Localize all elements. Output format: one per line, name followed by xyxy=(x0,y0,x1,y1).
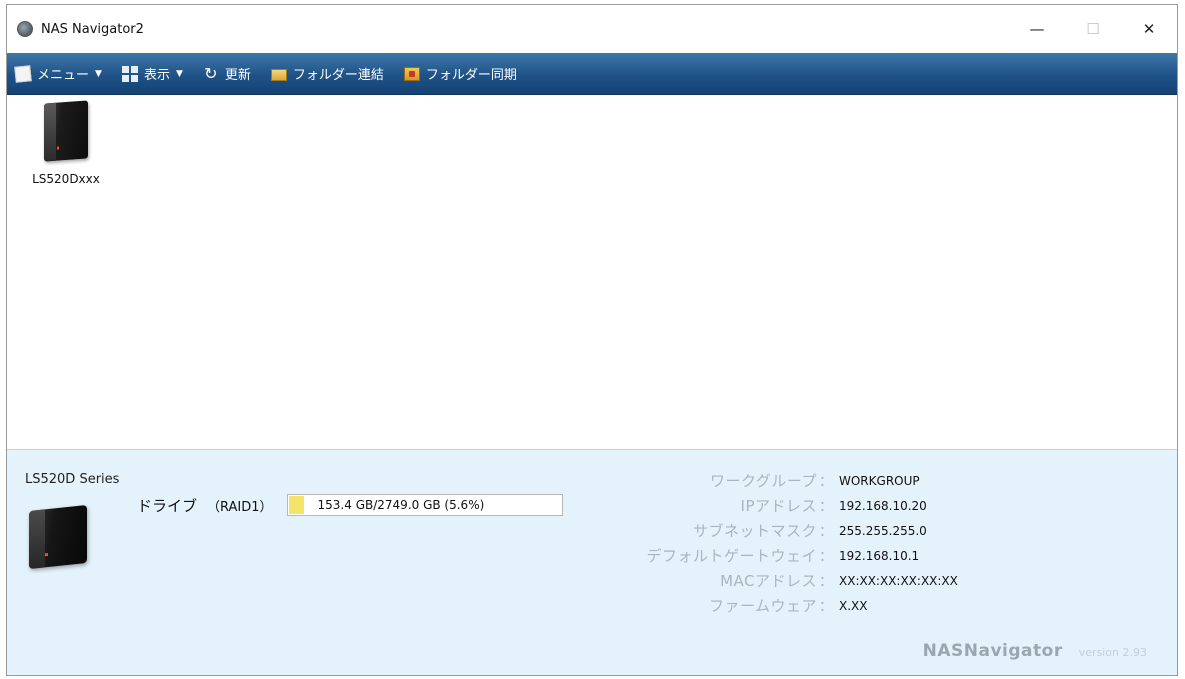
prop-key: サブネットマスク xyxy=(692,522,817,540)
title-bar: NAS Navigator2 — ☐ ✕ xyxy=(7,5,1177,53)
device-name: LS520Dxxx xyxy=(32,172,100,186)
device-list-area: LS520Dxxx xyxy=(7,96,1177,449)
prop-row-workgroup: ワークグループ ： WORKGROUP xyxy=(607,468,1067,493)
brand-name: NASNavigator xyxy=(922,641,1063,661)
nas-device-icon xyxy=(44,100,88,162)
window-controls: — ☐ ✕ xyxy=(1009,5,1177,53)
prop-key: ワークグループ xyxy=(709,472,817,490)
drive-usage-bar: 153.4 GB/2749.0 GB (5.6%) xyxy=(286,494,563,516)
maximize-button[interactable]: ☐ xyxy=(1065,5,1121,53)
prop-key: デフォルトゲートウェイ xyxy=(646,547,817,565)
refresh-icon: ↻ xyxy=(204,63,218,83)
device-properties: ワークグループ ： WORKGROUP IPアドレス ： 192.168.10.… xyxy=(607,468,1067,618)
menu-label: メニュー xyxy=(37,68,90,83)
drive-usage-fill xyxy=(288,496,304,514)
folder-icon xyxy=(270,69,287,81)
toolbar: メニュー ▼ 表示 ▼ ↻ 更新 フォルダー連結 フォルダー同期 xyxy=(7,53,1177,95)
app-logo-icon xyxy=(17,21,33,37)
prop-colon: ： xyxy=(819,598,833,615)
app-window: NAS Navigator2 — ☐ ✕ メニュー ▼ 表示 ▼ ↻ 更新 フォ… xyxy=(6,4,1178,676)
folder-sync-button[interactable]: フォルダー同期 xyxy=(403,59,517,89)
prop-value: XX:XX:XX:XX:XX:XX xyxy=(839,573,958,588)
view-button[interactable]: 表示 ▼ xyxy=(121,59,183,89)
folder-sync-icon xyxy=(403,66,420,81)
version-label: version 2.93 xyxy=(1078,646,1147,659)
device-item[interactable]: LS520Dxxx xyxy=(21,100,111,192)
notepad-icon xyxy=(14,64,32,83)
prop-value: X.XX xyxy=(839,598,868,613)
prop-colon: ： xyxy=(819,573,833,590)
minimize-button[interactable]: — xyxy=(1009,5,1065,53)
prop-colon: ： xyxy=(819,498,833,515)
drive-row: ドライブ （RAID1） 153.4 GB/2749.0 GB (5.6%) xyxy=(137,494,563,516)
device-info-panel: LS520D Series ドライブ （RAID1） 153.4 GB/2749… xyxy=(7,449,1177,675)
chevron-down-icon: ▼ xyxy=(175,68,183,79)
prop-colon: ： xyxy=(819,523,833,540)
prop-row-subnet: サブネットマスク ： 255.255.255.0 xyxy=(607,518,1067,543)
raid-label: （RAID1） xyxy=(207,499,273,515)
folder-link-button[interactable]: フォルダー連結 xyxy=(270,59,384,89)
prop-value: WORKGROUP xyxy=(839,473,920,488)
view-label: 表示 xyxy=(143,68,170,83)
prop-row-gateway: デフォルトゲートウェイ ： 192.168.10.1 xyxy=(607,543,1067,568)
prop-row-ip: IPアドレス ： 192.168.10.20 xyxy=(607,493,1067,518)
prop-value: 192.168.10.20 xyxy=(839,498,927,513)
folder-sync-label: フォルダー同期 xyxy=(425,68,517,83)
chevron-down-icon: ▼ xyxy=(95,68,102,79)
prop-colon: ： xyxy=(819,473,833,490)
prop-key: IPアドレス xyxy=(740,497,817,515)
prop-value: 255.255.255.0 xyxy=(839,523,927,538)
refresh-button[interactable]: ↻ 更新 xyxy=(203,59,251,89)
refresh-label: 更新 xyxy=(224,68,251,83)
drive-label: ドライブ xyxy=(137,496,198,515)
menu-button[interactable]: メニュー ▼ xyxy=(14,59,102,89)
prop-row-mac: MACアドレス ： XX:XX:XX:XX:XX:XX xyxy=(607,568,1067,593)
series-title: LS520D Series xyxy=(25,472,120,487)
drive-usage-text: 153.4 GB/2749.0 GB (5.6%) xyxy=(317,498,485,512)
nas-device-large-icon xyxy=(29,504,87,570)
folder-link-label: フォルダー連結 xyxy=(292,68,384,83)
prop-value: 192.168.10.1 xyxy=(839,548,920,563)
prop-row-firmware: ファームウェア ： X.XX xyxy=(607,593,1067,618)
prop-colon: ： xyxy=(819,548,833,565)
close-button[interactable]: ✕ xyxy=(1121,5,1177,53)
window-title: NAS Navigator2 xyxy=(41,21,144,37)
prop-key: ファームウェア xyxy=(708,597,817,615)
grid-view-icon xyxy=(121,65,138,82)
brand-footer: NASNavigator version 2.93 xyxy=(923,641,1147,661)
prop-key: MACアドレス xyxy=(720,572,817,590)
